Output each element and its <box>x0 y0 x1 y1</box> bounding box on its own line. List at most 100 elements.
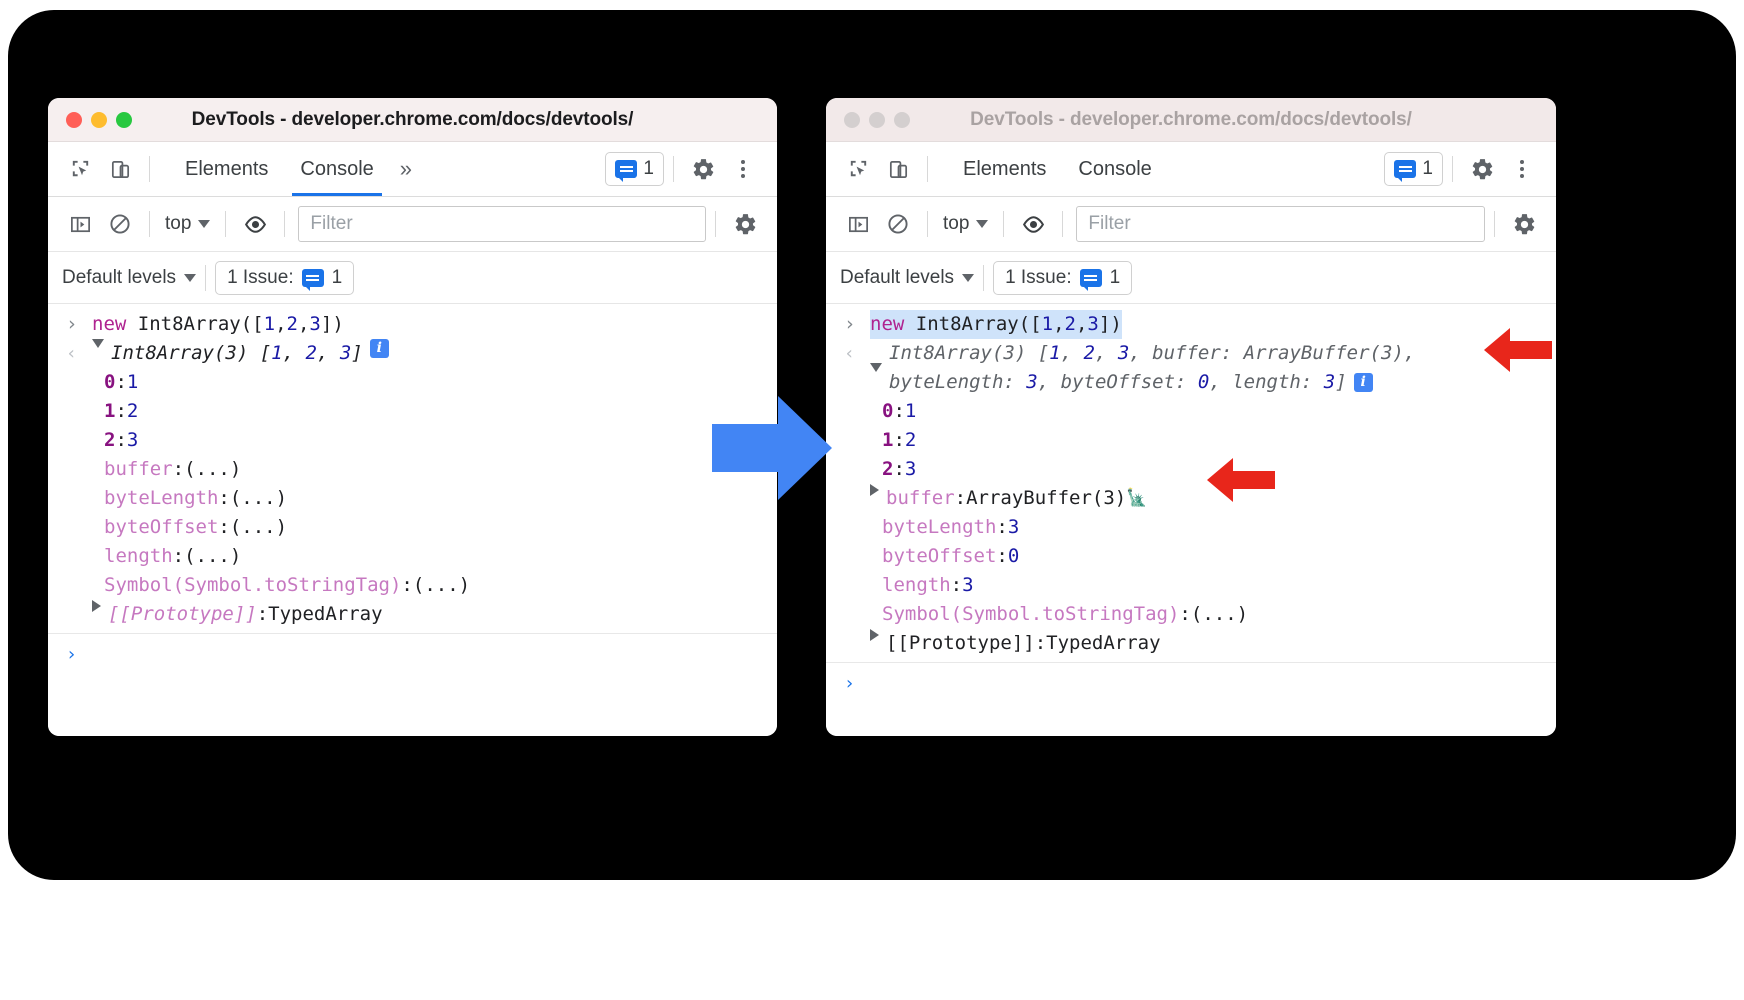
property-row-length[interactable]: length: (...) <box>48 542 777 571</box>
property-row-byteoffset[interactable]: byteOffset: (...) <box>48 513 777 542</box>
console-levels-bar-right: Default levels 1 Issue: 1 <box>826 252 1556 304</box>
red-left-arrow-1 <box>1484 328 1552 377</box>
device-toolbar-icon[interactable] <box>100 150 140 188</box>
execution-context-select[interactable]: top <box>937 213 994 235</box>
property-row-symbol[interactable]: Symbol(Symbol.toStringTag): (...) <box>826 600 1556 629</box>
console-result-header-right[interactable]: ‹ Int8Array(3) [1, 2, 3, buffer: ArrayBu… <box>826 339 1556 397</box>
console-levels-bar-left: Default levels 1 Issue: 1 <box>48 252 777 304</box>
toolbar-divider <box>927 156 928 182</box>
issues-bubble-icon <box>1394 160 1417 182</box>
property-key: 1 <box>104 400 116 422</box>
result-disclosure-triangle[interactable] <box>92 339 104 348</box>
property-row-1[interactable]: 1: 2 <box>48 397 777 426</box>
property-value: 3 <box>962 574 974 596</box>
issue-chip-left[interactable]: 1 Issue: 1 <box>215 260 355 295</box>
gear-icon[interactable] <box>683 150 723 188</box>
console-output-right[interactable]: › new Int8Array([1,2,3]) ‹ Int8Array(3) … <box>826 304 1556 736</box>
prototype-disclosure-triangle[interactable] <box>870 629 879 641</box>
issue-chip-bubble-icon <box>301 268 324 291</box>
console-prompt-icon: › <box>844 673 855 694</box>
more-options-icon[interactable] <box>723 150 763 188</box>
console-sidebar-icon[interactable] <box>60 205 100 243</box>
property-row-prototype[interactable]: [[Prototype]]: TypedArray <box>826 629 1556 658</box>
property-row-2[interactable]: 2: 3 <box>826 455 1556 484</box>
screenshot-stage: DevTools - developer.chrome.com/docs/dev… <box>0 0 1744 1000</box>
console-input-line-right[interactable]: › new Int8Array([1,2,3]) <box>826 310 1556 339</box>
console-prompt-line-right[interactable]: › <box>826 669 1556 698</box>
filter-input[interactable]: Filter <box>1076 206 1485 242</box>
tab-console[interactable]: Console <box>284 142 389 196</box>
execution-context-value: top <box>165 213 192 234</box>
tab-elements[interactable]: Elements <box>947 142 1062 196</box>
console-sidebar-icon[interactable] <box>838 205 878 243</box>
inspect-element-icon[interactable] <box>838 150 878 188</box>
property-row-length[interactable]: length: 3 <box>826 571 1556 600</box>
property-row-buffer[interactable]: buffer: (...) <box>48 455 777 484</box>
property-row-bytelength[interactable]: byteLength: 3 <box>826 513 1556 542</box>
property-value-getter[interactable]: (...) <box>184 542 241 571</box>
property-row-buffer[interactable]: buffer: ArrayBuffer(3) 🗽 <box>826 484 1556 513</box>
buffer-disclosure-triangle[interactable] <box>870 484 879 496</box>
console-settings-gear-icon[interactable] <box>725 205 765 243</box>
live-expression-icon[interactable] <box>1013 205 1053 243</box>
tab-elements[interactable]: Elements <box>169 142 284 196</box>
more-options-icon[interactable] <box>1502 150 1542 188</box>
result-arrow-icon: ‹ <box>66 343 77 364</box>
property-row-prototype[interactable]: [[Prototype]]: TypedArray <box>48 600 777 629</box>
memory-chip-icon[interactable]: 🗽 <box>1126 484 1147 513</box>
live-expression-icon[interactable] <box>235 205 275 243</box>
property-key: 2 <box>882 458 894 480</box>
execution-context-select[interactable]: top <box>159 213 216 235</box>
issues-indicator-left[interactable]: 1 <box>605 152 664 186</box>
gear-icon[interactable] <box>1462 150 1502 188</box>
property-row-symbol[interactable]: Symbol(Symbol.toStringTag): (...) <box>48 571 777 600</box>
info-badge-icon[interactable]: i <box>369 339 389 358</box>
window-title-left: DevTools - developer.chrome.com/docs/dev… <box>191 108 634 130</box>
issues-count-right: 1 <box>1422 158 1433 179</box>
prototype-sep: : <box>256 603 269 625</box>
property-row-bytelength[interactable]: byteLength: (...) <box>48 484 777 513</box>
devtools-window-after: DevTools - developer.chrome.com/docs/dev… <box>826 98 1556 736</box>
console-result-header-left[interactable]: ‹ Int8Array(3) [1, 2, 3] i <box>48 339 777 368</box>
console-output-left[interactable]: › new Int8Array([1,2,3]) ‹ Int8Array(3) … <box>48 304 777 736</box>
console-toolbar-divider <box>149 211 150 237</box>
property-row-byteoffset[interactable]: byteOffset: 0 <box>826 542 1556 571</box>
property-row-0[interactable]: 0: 1 <box>826 397 1556 426</box>
property-row-1[interactable]: 1: 2 <box>826 426 1556 455</box>
info-badge-icon[interactable]: i <box>1353 373 1373 392</box>
property-value-getter[interactable]: (...) <box>413 571 470 600</box>
default-levels-select[interactable]: Default levels <box>840 267 975 289</box>
property-value-getter[interactable]: (...) <box>184 455 241 484</box>
property-row-0[interactable]: 0: 1 <box>48 368 777 397</box>
issue-chip-right[interactable]: 1 Issue: 1 <box>993 260 1133 295</box>
property-value: 2 <box>904 429 917 451</box>
clear-console-icon[interactable] <box>100 205 140 243</box>
prompt-arrow-icon: › <box>844 313 856 335</box>
property-key: byteLength <box>104 487 219 509</box>
result-disclosure-triangle[interactable] <box>870 363 882 372</box>
prototype-disclosure-triangle[interactable] <box>92 600 101 612</box>
tab-console[interactable]: Console <box>1062 142 1167 196</box>
property-sep: : <box>401 574 413 596</box>
property-value-getter[interactable]: (...) <box>230 513 287 542</box>
console-prompt-icon: › <box>66 644 77 665</box>
property-row-2[interactable]: 2: 3 <box>48 426 777 455</box>
property-value: 0 <box>1007 545 1020 567</box>
console-input-line-left[interactable]: › new Int8Array([1,2,3]) <box>48 310 777 339</box>
inspect-element-icon[interactable] <box>60 150 100 188</box>
clear-console-icon[interactable] <box>878 205 918 243</box>
prototype-value: TypedArray <box>268 603 383 625</box>
property-sep: : <box>950 574 963 596</box>
chevron-double-right-icon[interactable]: » <box>390 156 422 182</box>
device-toolbar-icon[interactable] <box>878 150 918 188</box>
default-levels-select[interactable]: Default levels <box>62 267 197 289</box>
console-settings-gear-icon[interactable] <box>1504 205 1544 243</box>
property-value-getter[interactable]: (...) <box>1191 600 1248 629</box>
property-key: length <box>882 574 951 596</box>
issues-indicator-right[interactable]: 1 <box>1384 152 1443 186</box>
property-value-getter[interactable]: (...) <box>230 484 287 513</box>
filter-input[interactable]: Filter <box>298 206 706 242</box>
property-key: 1 <box>882 429 894 451</box>
property-sep: : <box>996 545 1008 567</box>
console-prompt-line-left[interactable]: › <box>48 640 777 669</box>
